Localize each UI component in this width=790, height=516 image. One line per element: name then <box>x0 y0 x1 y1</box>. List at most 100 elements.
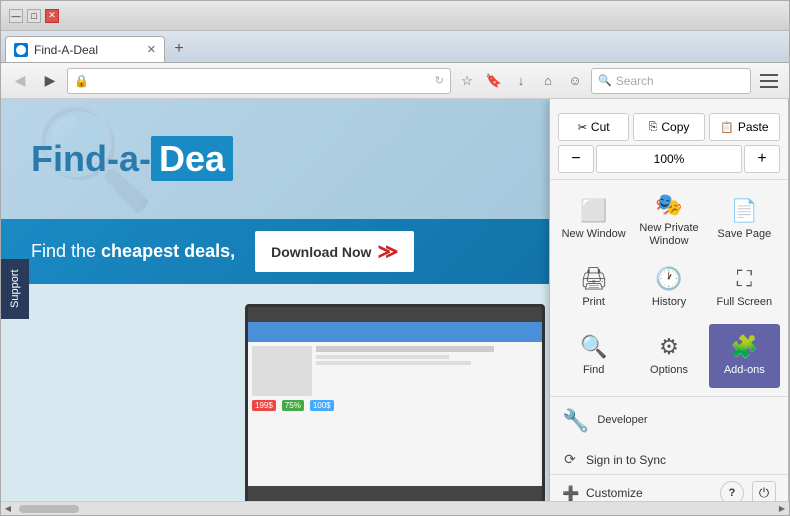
paste-button[interactable]: 📋 Paste <box>709 113 780 141</box>
zoom-in-button[interactable]: + <box>744 145 780 173</box>
print-icon: 🖨 <box>580 266 608 292</box>
add-ons-item[interactable]: 🧩 Add-ons <box>709 324 780 388</box>
smile-button[interactable]: ☺ <box>563 68 587 94</box>
home-button[interactable]: ⌂ <box>536 68 560 94</box>
refresh-icon: ↻ <box>435 74 444 87</box>
search-placeholder: Search <box>616 74 654 88</box>
find-label: Find <box>583 364 604 377</box>
download-btn-label: Download Now <box>271 244 371 260</box>
paste-label: Paste <box>738 120 769 134</box>
banner-bold-text: cheapest deals, <box>101 241 235 261</box>
bookmark-star-button[interactable]: ☆ <box>455 68 479 94</box>
scroll-thumb[interactable] <box>19 505 79 513</box>
horizontal-scrollbar: ◀ ▶ <box>1 501 789 515</box>
support-tab[interactable]: Support <box>1 259 29 319</box>
window-controls: — □ ✕ <box>9 9 59 23</box>
full-screen-item[interactable]: ⛶ Full Screen <box>709 256 780 320</box>
history-label: History <box>652 296 686 309</box>
options-item[interactable]: ⚙ Options <box>633 324 704 388</box>
monitor-container: 199$ 75% 100$ <box>245 304 545 501</box>
back-button[interactable]: ◀ <box>7 68 33 94</box>
add-ons-icon: 🧩 <box>731 334 758 360</box>
brand-logo: Find-a-Dea <box>31 138 233 180</box>
copy-icon: ⎘ <box>649 121 658 134</box>
download-button[interactable]: Download Now ≫ <box>255 231 414 272</box>
tab-bar: Find-A-Deal ✕ + <box>1 31 789 63</box>
cut-button[interactable]: ✂ Cut <box>558 113 629 141</box>
sign-in-label: Sign in to Sync <box>586 453 666 467</box>
developer-section: 🔧 Developer <box>550 397 788 445</box>
scroll-right-button[interactable]: ▶ <box>775 502 789 516</box>
brand-prefix: Find-a- <box>31 138 151 179</box>
banner-text-1: Find the <box>31 241 101 261</box>
history-item[interactable]: 🕐 History <box>633 256 704 320</box>
search-bar[interactable]: 🔍 Search <box>591 68 751 94</box>
cut-icon: ✂ <box>578 121 587 134</box>
new-private-window-item[interactable]: 🎭 New Private Window <box>633 188 704 252</box>
developer-label: Developer <box>597 414 647 427</box>
menu-footer-icons: ? ⏻ <box>720 481 776 501</box>
forward-button[interactable]: ▶ <box>37 68 63 94</box>
brand-deal: Dea <box>151 136 233 181</box>
price-tag-2: 100$ <box>310 400 334 411</box>
sign-in-sync-item[interactable]: ⟳ Sign in to Sync <box>550 445 788 474</box>
zoom-row: − 100% + <box>558 143 780 175</box>
title-bar: — □ ✕ <box>1 1 789 31</box>
url-bar[interactable]: 🔒 ↻ <box>67 68 451 94</box>
help-button[interactable]: ? <box>720 481 744 501</box>
zoom-out-button[interactable]: − <box>558 145 594 173</box>
developer-item[interactable]: 🔧 Developer <box>558 401 780 441</box>
hamburger-menu-button[interactable] <box>755 68 783 94</box>
monitor-display: 199$ 75% 100$ <box>245 304 545 501</box>
print-label: Print <box>582 296 605 309</box>
price-tag-1: 199$ <box>252 400 276 411</box>
new-window-label: New Window <box>562 228 626 241</box>
new-private-icon: 🎭 <box>655 192 682 218</box>
tab-label: Find-A-Deal <box>34 43 98 57</box>
new-window-item[interactable]: ⬜ New Window <box>558 188 629 252</box>
copy-label: Copy <box>661 120 689 134</box>
monitor-screen-content: 199$ 75% 100$ <box>248 342 542 487</box>
customize-label: Customize <box>586 486 643 500</box>
close-button[interactable]: ✕ <box>45 9 59 23</box>
print-item[interactable]: 🖨 Print <box>558 256 629 320</box>
search-icon: 🔍 <box>598 74 612 87</box>
main-content: Support 🔍 Find-a-Dea Find the cheapest d… <box>1 99 789 501</box>
find-item[interactable]: 🔍 Find <box>558 324 629 388</box>
tab-close-button[interactable]: ✕ <box>147 43 156 56</box>
save-page-item[interactable]: 📄 Save Page <box>709 188 780 252</box>
edit-row: ✂ Cut ⎘ Copy 📋 Paste <box>558 111 780 143</box>
hamburger-icon <box>760 74 778 88</box>
browser-window: — □ ✕ Find-A-Deal ✕ + ◀ ▶ 🔒 ↻ ☆ 🔖 ↓ ⌂ ☺ <box>0 0 790 516</box>
banner-text: Find the cheapest deals, <box>31 241 235 262</box>
secure-icon: 🔒 <box>74 74 89 88</box>
customize-item[interactable]: ➕ Customize ? ⏻ <box>550 474 788 501</box>
price-row: 199$ 75% 100$ <box>252 400 538 411</box>
customize-icon: ➕ <box>562 485 578 502</box>
developer-icon: 🔧 <box>562 408 589 434</box>
find-icon: 🔍 <box>580 334 607 360</box>
save-page-label: Save Page <box>717 228 771 241</box>
monitor-screen: 199$ 75% 100$ <box>248 322 542 487</box>
scroll-left-button[interactable]: ◀ <box>1 502 15 516</box>
full-screen-icon: ⛶ <box>737 266 752 292</box>
maximize-button[interactable]: □ <box>27 9 41 23</box>
save-page-icon: 📄 <box>731 198 758 224</box>
paste-icon: 📋 <box>720 121 734 134</box>
options-label: Options <box>650 364 688 377</box>
firefox-menu-panel: ✂ Cut ⎘ Copy 📋 Paste − 100% <box>549 99 789 501</box>
add-ons-label: Add-ons <box>724 364 765 377</box>
new-window-icon: ⬜ <box>580 198 607 224</box>
bookmark-button[interactable]: 🔖 <box>482 68 506 94</box>
product-image <box>252 346 312 396</box>
menu-grid: ⬜ New Window 🎭 New Private Window 📄 Save… <box>550 180 788 397</box>
new-tab-button[interactable]: + <box>165 36 193 62</box>
title-bar-left: — □ ✕ <box>9 9 781 23</box>
sync-icon: ⟳ <box>562 451 578 468</box>
exit-button[interactable]: ⏻ <box>752 481 776 501</box>
minimize-button[interactable]: — <box>9 9 23 23</box>
monitor-screen-header <box>248 322 542 342</box>
copy-button[interactable]: ⎘ Copy <box>633 113 704 141</box>
active-tab[interactable]: Find-A-Deal ✕ <box>5 36 165 62</box>
download-button[interactable]: ↓ <box>509 68 533 94</box>
